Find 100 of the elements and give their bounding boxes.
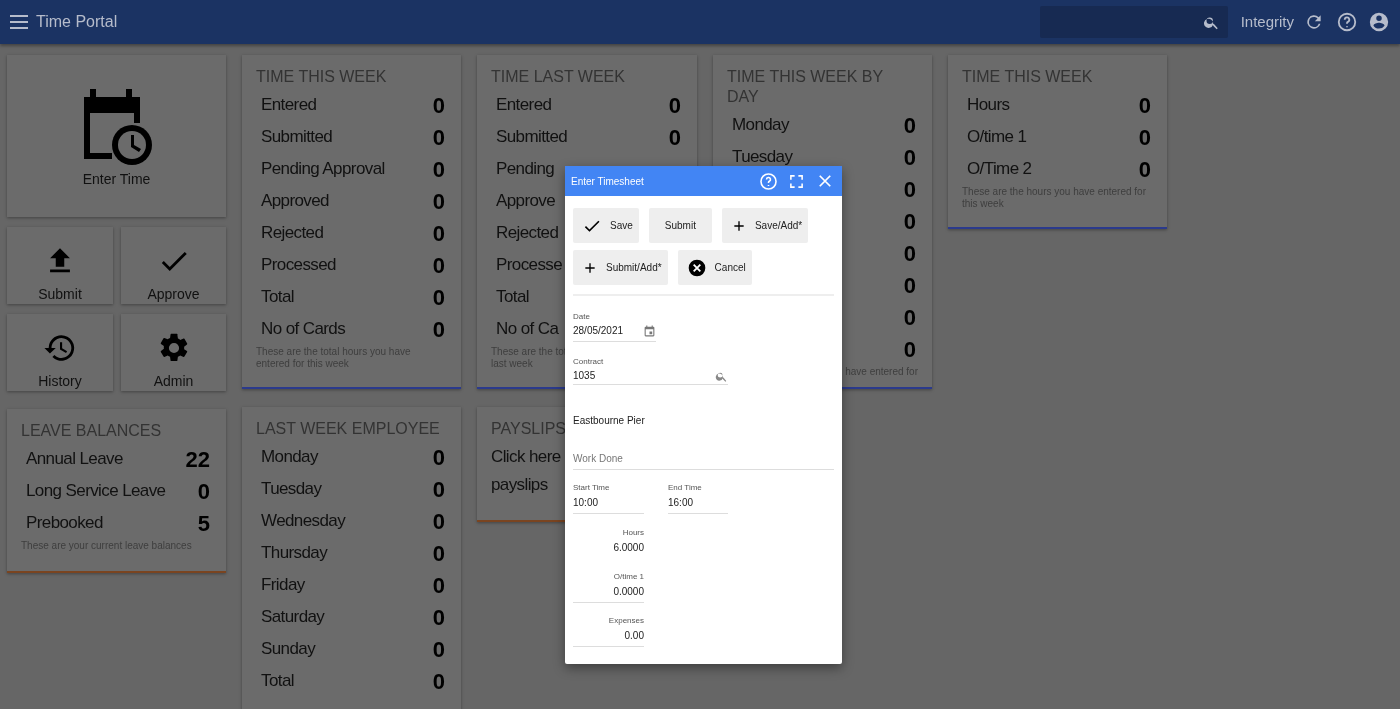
row-label: Monday [261,446,318,469]
row-value: 0 [903,271,916,300]
contract-name: Eastbourne Pier [573,414,645,428]
row-label: Tuesday [261,478,322,501]
row-label: Sunday [261,638,316,661]
row-value: 5 [197,509,210,538]
row-value: 0 [1138,155,1151,184]
card-text: payslips [491,474,548,496]
row-value: 0 [432,123,445,152]
nav-tile[interactable]: History [7,314,113,391]
dialog-button[interactable]: Submit/Add* [573,250,668,285]
dialog-button[interactable]: Save [573,208,639,243]
row-label: Submitted [496,126,568,149]
row-label: Rejected [496,222,559,245]
row-label: Friday [261,574,305,597]
row-value: 0 [432,187,445,216]
row-label: O/time 1 [967,126,1027,149]
row-label: Entered [261,94,317,117]
account-icon[interactable] [1368,11,1390,33]
row-value: 0 [432,91,445,120]
row-value: 0 [432,219,445,248]
row-label: Thursday [261,542,328,565]
card-title: TIME LAST WEEK [491,67,625,87]
row-label: Annual Leave [26,448,123,471]
row-value: 0 [903,111,916,140]
calendar-icon[interactable] [643,324,656,338]
row-label: Wednesday [261,510,346,533]
row-value: 0 [432,539,445,568]
row-value: 0 [1138,91,1151,120]
row-value: 0 [197,477,210,506]
number-field[interactable]: Expenses 0.00 [573,616,644,647]
row-label: Pending [496,158,555,181]
menu-icon[interactable] [10,15,28,29]
row-label: Long Service Leave [26,480,166,503]
refresh-icon[interactable] [1304,12,1324,32]
card-title: PAYSLIPS [491,419,566,439]
nav-tile[interactable]: Admin [121,314,226,391]
help-icon[interactable] [1336,11,1358,33]
work-done-field[interactable]: Work Done [573,448,834,470]
number-field[interactable]: Hours 6.0000 [573,528,644,559]
app-title: Time Portal [36,12,118,32]
nav-tile[interactable]: Approve [121,227,226,304]
row-value: 0 [668,123,681,152]
row-label: Approved [261,190,329,213]
row-label: Total [496,286,529,309]
row-label: Approve [496,190,556,213]
row-value: 0 [903,239,916,268]
row-value: 0 [903,303,916,332]
close-icon[interactable] [818,174,832,188]
time-field[interactable]: Start Time 10:00 [573,483,644,514]
row-value: 0 [432,475,445,504]
row-label: Rejected [261,222,324,245]
row-value: 0 [432,283,445,312]
dialog-button[interactable]: Submit [648,208,712,243]
card-title: LEAVE BALANCES [21,421,162,441]
search-field[interactable] [1039,6,1228,38]
card-text: Click here [491,446,561,468]
row-label: Total [261,670,294,693]
card-title: TIME THIS WEEK [962,67,1093,87]
row-value: 0 [432,251,445,280]
row-value: 0 [903,335,916,364]
row-label: Processed [261,254,336,277]
row-value: 0 [432,155,445,184]
row-label: Pending Approval [261,158,385,181]
row-label: No of Cards [261,318,346,341]
dialog-button[interactable]: Save/Add* [721,208,809,243]
contract-field[interactable]: Contract 1035 [573,357,728,385]
cancel-icon [686,257,707,278]
row-label: Prebooked [26,512,103,535]
row-label: Total [261,286,294,309]
row-label: O/Time 2 [967,158,1032,181]
time-field[interactable]: End Time 16:00 [668,483,728,514]
card-title: TIME THIS WEEK BY DAY [727,67,884,107]
row-label: No of Ca [496,318,559,341]
row-value: 0 [432,571,445,600]
row-label: Hours [967,94,1010,117]
row-value: 0 [432,315,445,344]
row-value: 0 [903,143,916,172]
dialog-title: Enter Timesheet [571,174,644,189]
row-label: Tuesday [732,146,793,169]
company-name: Integrity [1240,11,1294,32]
row-value: 0 [903,207,916,236]
row-label: Submitted [261,126,333,149]
row-value: 0 [432,635,445,664]
row-value: 0 [668,91,681,120]
nav-tile[interactable]: Submit [7,227,113,304]
number-field[interactable]: O/time 1 0.0000 [573,572,644,603]
fullscreen-icon[interactable] [789,173,804,189]
card-title: TIME THIS WEEK [256,67,387,87]
row-value: 0 [903,175,916,204]
row-value: 0 [1138,123,1151,152]
row-label: Monday [732,114,789,137]
date-field[interactable]: Date 28/05/2021 [573,312,656,342]
row-value: 22 [185,445,210,474]
row-value: 0 [432,443,445,472]
nav-tile[interactable]: Enter Time [7,55,226,217]
dialog-button[interactable]: Cancel [677,250,752,285]
row-label: Saturday [261,606,325,629]
row-value: 0 [432,507,445,536]
row-label: Entered [496,94,552,117]
